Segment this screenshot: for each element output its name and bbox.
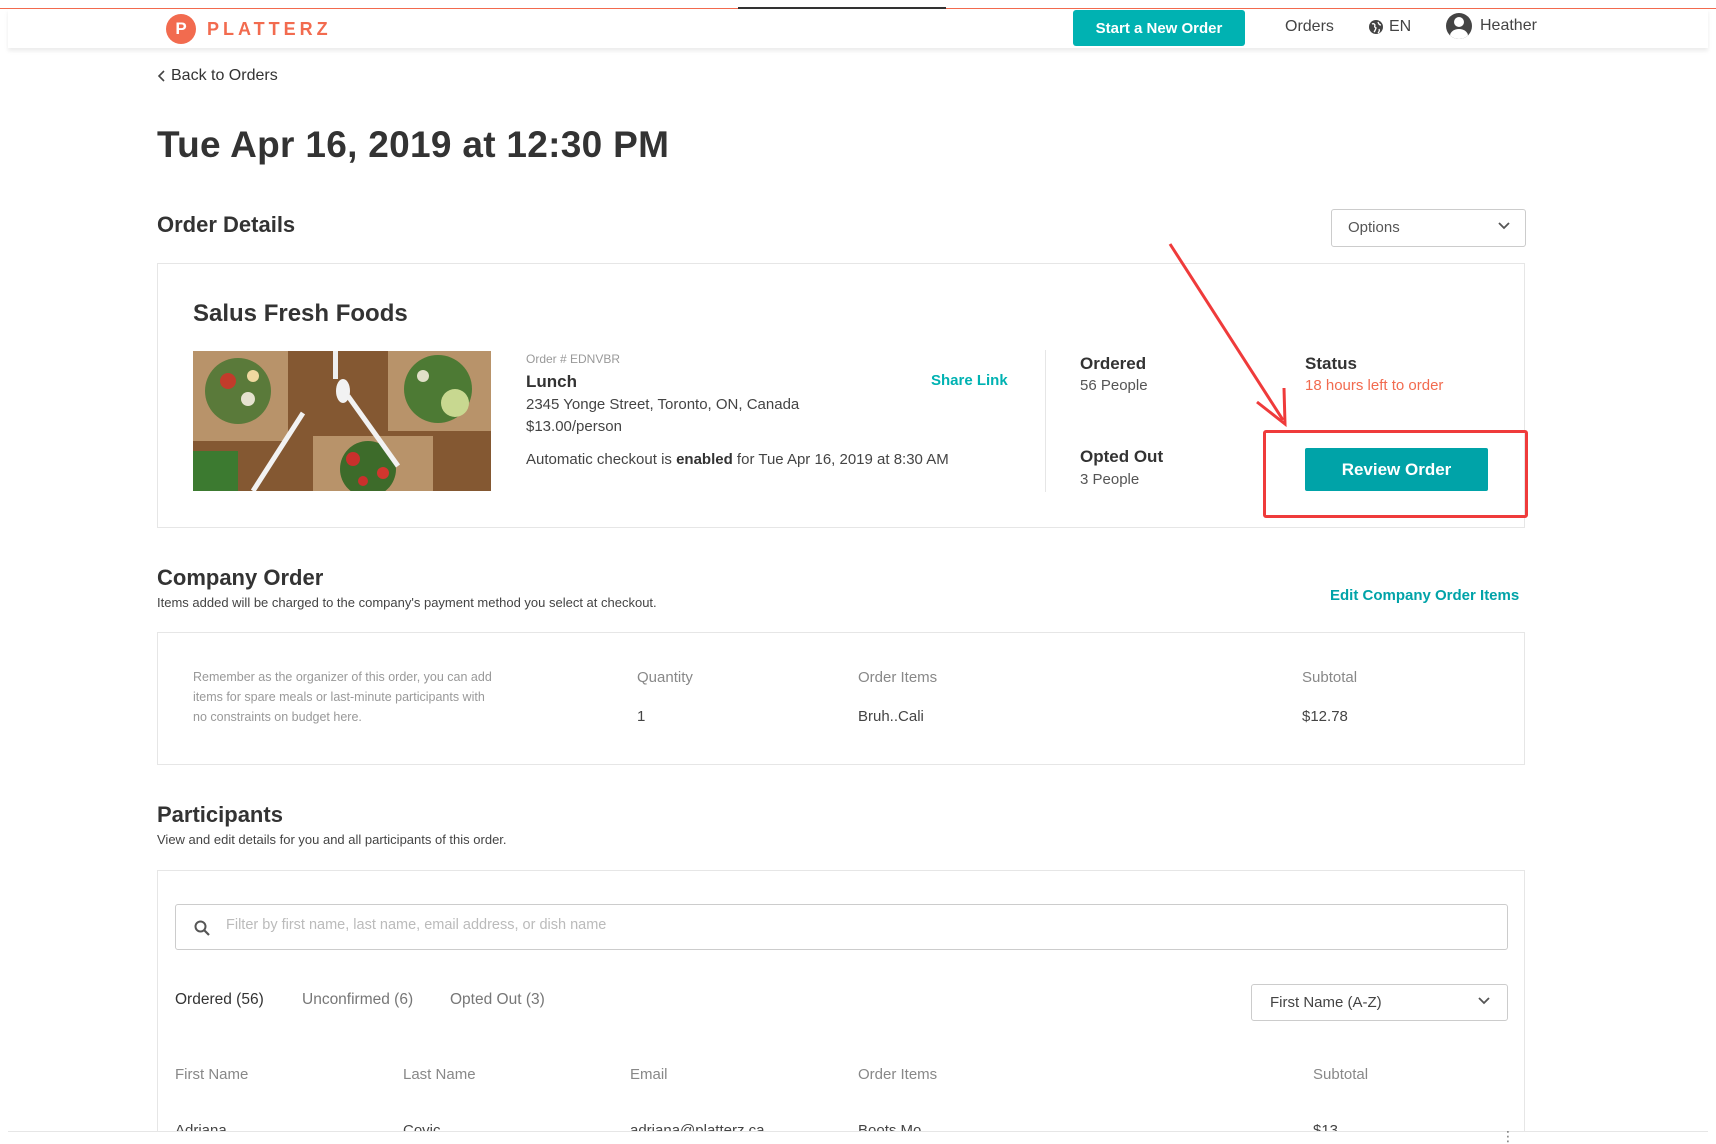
participants-subtitle: View and edit details for you and all pa… [157, 832, 507, 847]
column-header-email[interactable]: Email [630, 1066, 668, 1083]
organizer-note: Remember as the organizer of this order,… [193, 670, 492, 724]
start-new-order-button[interactable]: Start a New Order [1073, 10, 1245, 46]
share-link[interactable]: Share Link [931, 372, 1008, 389]
chevron-left-icon [157, 70, 165, 82]
platterz-logo[interactable]: P PLATTERZ [166, 14, 332, 44]
back-to-orders-link[interactable]: Back to Orders [157, 67, 278, 85]
page: P PLATTERZ Start a New Order Orders EN H… [0, 0, 1716, 1144]
options-dropdown[interactable]: Options [1331, 209, 1526, 247]
participants-title: Participants [157, 802, 283, 827]
tab-unconfirmed[interactable]: Unconfirmed (6) [302, 991, 413, 1009]
sort-label: First Name (A-Z) [1270, 994, 1382, 1011]
user-name: Heather [1480, 17, 1537, 34]
edit-company-order-items-link[interactable]: Edit Company Order Items [1330, 587, 1519, 604]
status-value: 18 hours left to order [1305, 377, 1444, 394]
language-selector[interactable]: EN [1368, 18, 1411, 36]
column-header-subtotal[interactable]: Subtotal [1313, 1066, 1368, 1083]
food-image [193, 351, 491, 491]
column-header-order-items[interactable]: Order Items [858, 1066, 937, 1083]
user-menu[interactable]: Heather [1446, 13, 1537, 39]
chevron-down-icon [1498, 222, 1510, 230]
auto-checkout-note: Automatic checkout is enabled for Tue Ap… [526, 451, 949, 468]
top-navbar: P PLATTERZ Start a New Order Orders EN H… [8, 9, 1708, 48]
tab-opted-out[interactable]: Opted Out (3) [450, 991, 545, 1009]
price-per-person: $13.00/person [526, 418, 622, 435]
nav-orders-link[interactable]: Orders [1285, 18, 1334, 36]
viewport-bottom-edge [0, 1132, 1716, 1144]
vertical-divider [1045, 350, 1046, 492]
language-label: EN [1389, 18, 1412, 35]
logo-mark-icon: P [166, 14, 196, 44]
vendor-name: Salus Fresh Foods [193, 300, 408, 327]
opted-out-count: 3 People [1080, 471, 1140, 488]
company-order-subtitle: Items added will be charged to the compa… [157, 595, 657, 610]
meal-type: Lunch [526, 372, 577, 391]
globe-icon [1369, 20, 1383, 34]
row-menu-icon[interactable]: ⋮ [1501, 1128, 1515, 1144]
participant-filter-input[interactable] [226, 917, 1486, 933]
company-order-subtotal: $12.78 [1302, 708, 1348, 725]
opted-out-label: Opted Out [1080, 447, 1164, 466]
column-header-quantity: Quantity [637, 669, 693, 686]
avatar [1446, 13, 1472, 39]
chevron-down-icon [1478, 997, 1490, 1005]
company-order-title: Company Order [157, 565, 324, 590]
annotation-arrow-icon [1168, 243, 1287, 428]
column-header-first-name[interactable]: First Name [175, 1066, 248, 1083]
company-order-quantity: 1 [637, 708, 646, 725]
status-label: Status [1305, 354, 1357, 373]
auto-checkout-state: enabled [676, 451, 733, 468]
company-order-item: Bruh..Cali [858, 708, 924, 725]
tab-ordered[interactable]: Ordered (56) [175, 991, 264, 1009]
search-icon [194, 920, 210, 936]
order-details-title: Order Details [157, 212, 296, 237]
sort-dropdown[interactable]: First Name (A-Z) [1251, 984, 1508, 1021]
page-title: Tue Apr 16, 2019 at 12:30 PM [157, 124, 670, 165]
column-header-subtotal: Subtotal [1302, 669, 1358, 686]
participant-filter-field[interactable] [175, 904, 1508, 950]
ordered-count: 56 People [1080, 377, 1148, 394]
options-label: Options [1348, 219, 1400, 236]
column-header-order-items: Order Items [858, 669, 938, 686]
column-header-last-name[interactable]: Last Name [403, 1066, 476, 1083]
ordered-label: Ordered [1080, 354, 1147, 373]
back-label: Back to Orders [171, 67, 278, 84]
delivery-address: 2345 Yonge Street, Toronto, ON, Canada [526, 396, 800, 413]
viewport-bottom-border [8, 1131, 1708, 1132]
order-number: Order # EDNVBR [526, 352, 621, 366]
logo-text: PLATTERZ [207, 18, 332, 39]
annotation-highlight-box [1263, 430, 1528, 518]
